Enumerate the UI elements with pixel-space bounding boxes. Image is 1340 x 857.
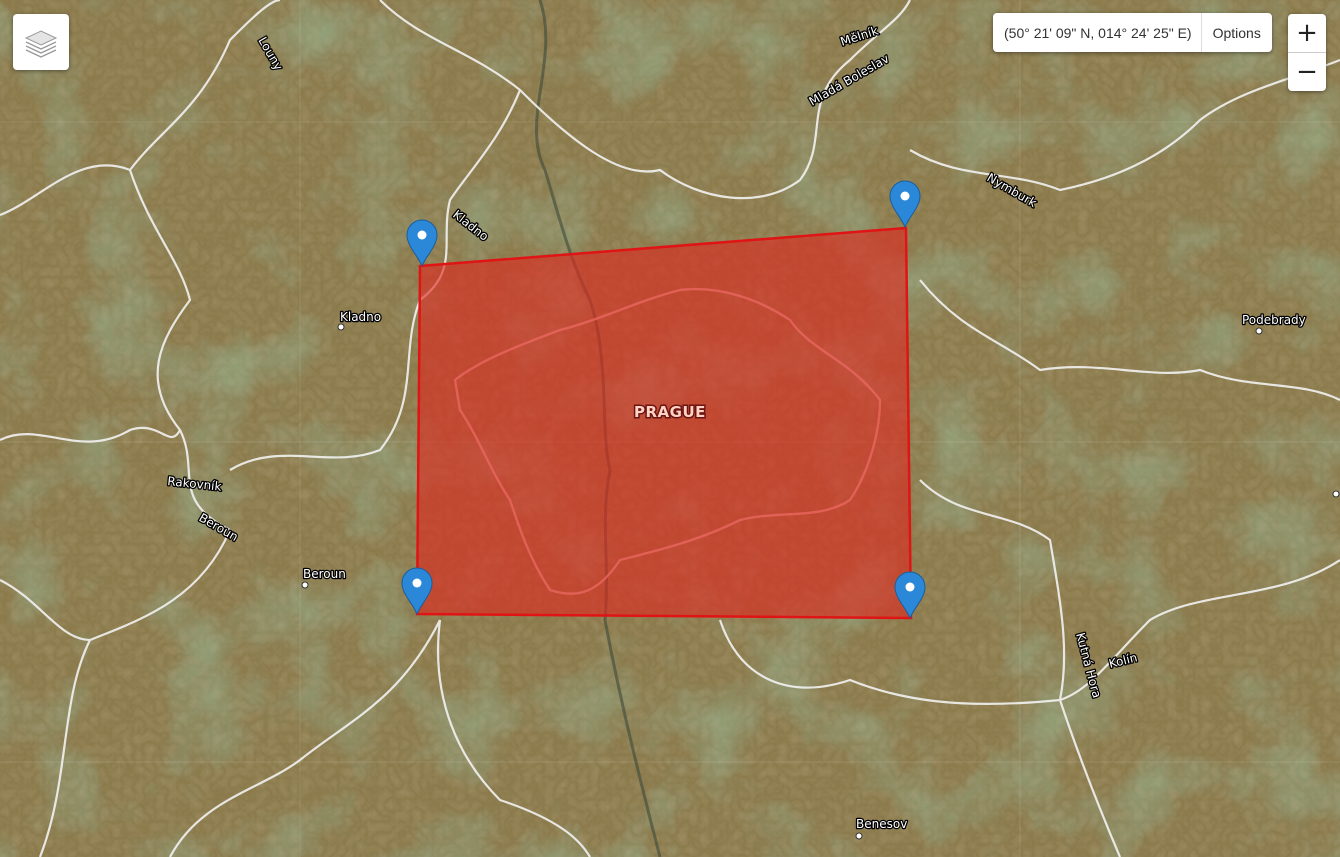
label-kladno-city: Kladno	[340, 310, 381, 324]
city-dot-podebrady	[1255, 327, 1263, 335]
options-button[interactable]: Options	[1200, 13, 1272, 52]
zoom-control: + −	[1288, 14, 1326, 91]
layers-icon	[24, 30, 58, 58]
city-dot-edge	[1332, 490, 1340, 498]
city-dot-beroun	[301, 581, 309, 589]
selection-polygon[interactable]	[415, 226, 913, 620]
label-beroun-city: Beroun	[303, 567, 346, 581]
label-prague: PRAGUE	[634, 403, 706, 421]
zoom-in-button[interactable]: +	[1288, 14, 1326, 52]
label-podebrady: Podebrady	[1242, 313, 1306, 327]
coordinates-panel: (50° 21' 09" N, 014° 24' 25" E) Options	[993, 13, 1272, 52]
satellite-map[interactable]: PRAGUE Kladno Kladno Louny Mělník Mladá …	[0, 0, 1340, 857]
city-dot-benesov	[855, 832, 863, 840]
coordinates-readout: (50° 21' 09" N, 014° 24' 25" E)	[1004, 24, 1192, 41]
zoom-out-button[interactable]: −	[1288, 52, 1326, 91]
city-dot-kladno	[337, 323, 345, 331]
label-benesov: Benesov	[856, 817, 907, 831]
layers-button[interactable]	[13, 14, 69, 70]
